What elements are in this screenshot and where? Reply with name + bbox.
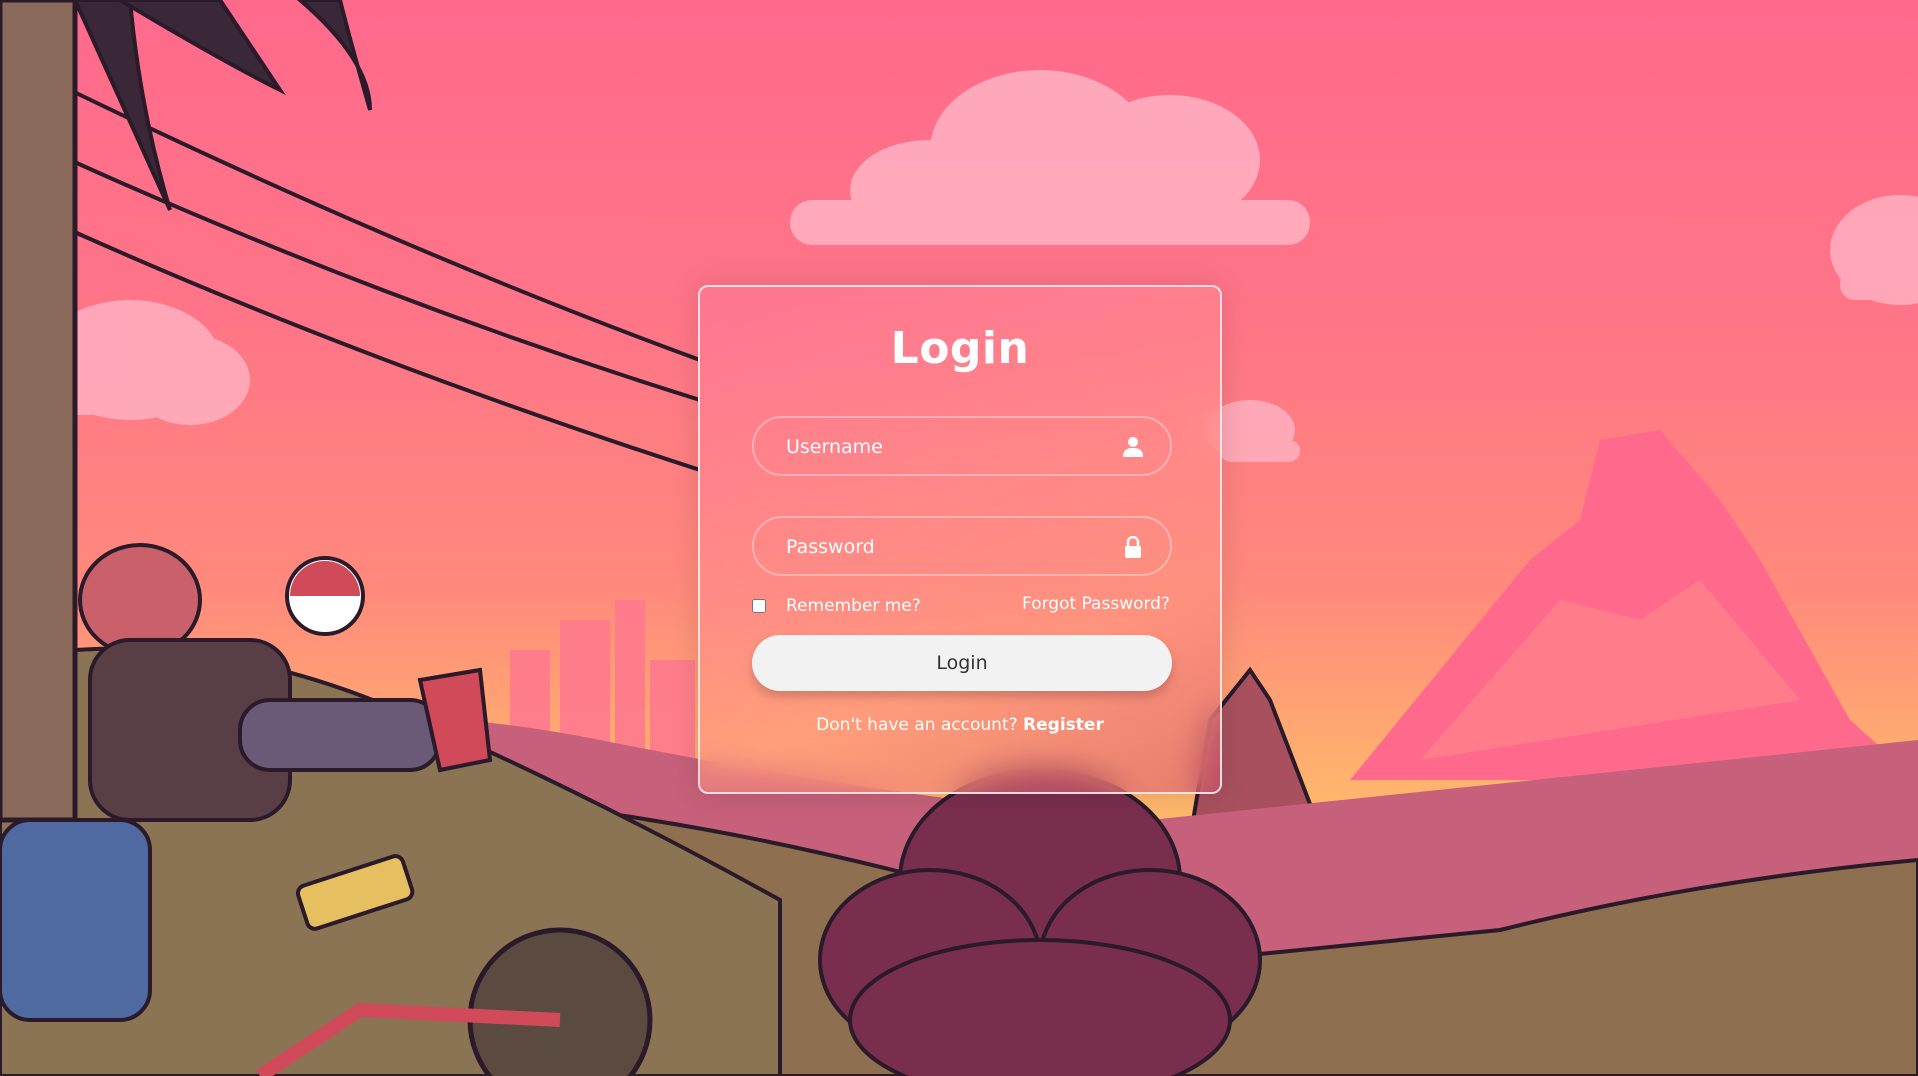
cloud-small-right (1830, 195, 1918, 305)
palm-leaves (72, 0, 372, 211)
password-field[interactable] (752, 516, 1172, 576)
login-card: Login Remember me? Forgot Password? Logi… (698, 285, 1222, 794)
remember-me[interactable]: Remember me? (752, 595, 921, 617)
mountain-right (1350, 430, 1918, 780)
username-input[interactable] (784, 418, 1108, 476)
cloud-large (790, 70, 1310, 245)
username-field[interactable] (752, 416, 1172, 476)
login-title: Login (890, 323, 1030, 374)
forgot-password-link[interactable]: Forgot Password? (1022, 594, 1170, 614)
login-button[interactable]: Login (752, 635, 1172, 691)
register-row: Don't have an account? Register (700, 715, 1220, 735)
password-input[interactable] (784, 518, 1108, 576)
lock-icon (1122, 535, 1144, 558)
remember-checkbox[interactable] (752, 599, 766, 613)
remember-label: Remember me? (786, 596, 921, 616)
palm-trunk (0, 0, 78, 823)
user-icon (1122, 436, 1144, 458)
no-account-text: Don't have an account? (816, 715, 1018, 735)
register-link[interactable]: Register (1023, 715, 1104, 735)
backpack (0, 818, 152, 1022)
